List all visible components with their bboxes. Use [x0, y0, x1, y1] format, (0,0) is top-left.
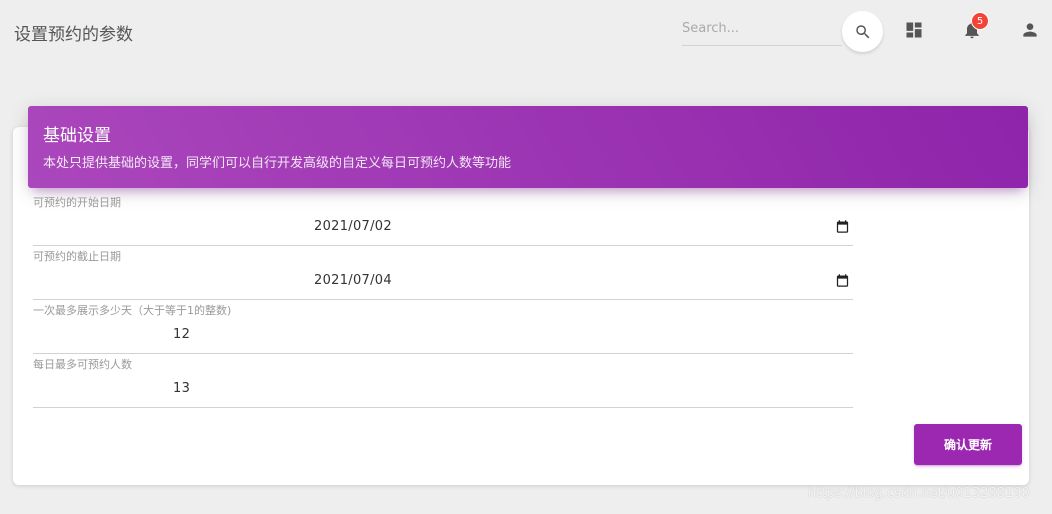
card-description: 本处只提供基础的设置，同学们可以自行开发高级的自定义每日可预约人数等功能: [43, 156, 512, 171]
start-date-field[interactable]: 可预约的开始日期 2021/07/02: [33, 194, 853, 246]
end-date-field[interactable]: 可预约的截止日期 2021/07/04: [33, 248, 853, 300]
search-button[interactable]: [842, 11, 883, 52]
max-per-day-value[interactable]: 13: [173, 381, 190, 396]
start-date-value[interactable]: 2021/07/02: [314, 219, 392, 234]
max-days-field[interactable]: 一次最多展示多少天（大于等于1的整数) 12: [33, 302, 853, 354]
dashboard-icon: [906, 22, 922, 38]
card-title: 基础设置: [43, 126, 111, 146]
max-days-value[interactable]: 12: [173, 327, 190, 342]
search-icon: [855, 24, 869, 38]
dashboard-button[interactable]: [902, 18, 926, 42]
profile-button[interactable]: [1018, 18, 1042, 42]
watermark: https://blog.csdn.net/u013288190: [808, 486, 1030, 501]
top-navbar: 设置预约的参数 5: [0, 0, 1052, 64]
max-per-day-field[interactable]: 每日最多可预约人数 13: [33, 356, 853, 408]
end-date-label: 可预约的截止日期: [33, 250, 121, 263]
notification-badge: 5: [971, 12, 989, 30]
calendar-icon[interactable]: [834, 272, 850, 288]
person-icon: [1023, 23, 1037, 37]
search-field: [682, 14, 842, 46]
page-title: 设置预约的参数: [14, 25, 133, 45]
card-header: 基础设置 本处只提供基础的设置，同学们可以自行开发高级的自定义每日可预约人数等功…: [28, 106, 1028, 188]
search-input[interactable]: [682, 14, 842, 42]
max-days-label: 一次最多展示多少天（大于等于1的整数): [33, 304, 232, 317]
end-date-value[interactable]: 2021/07/04: [314, 273, 392, 288]
max-per-day-label: 每日最多可预约人数: [33, 358, 132, 371]
start-date-label: 可预约的开始日期: [33, 196, 121, 209]
calendar-icon[interactable]: [834, 218, 850, 234]
confirm-update-button[interactable]: 确认更新: [914, 424, 1022, 465]
